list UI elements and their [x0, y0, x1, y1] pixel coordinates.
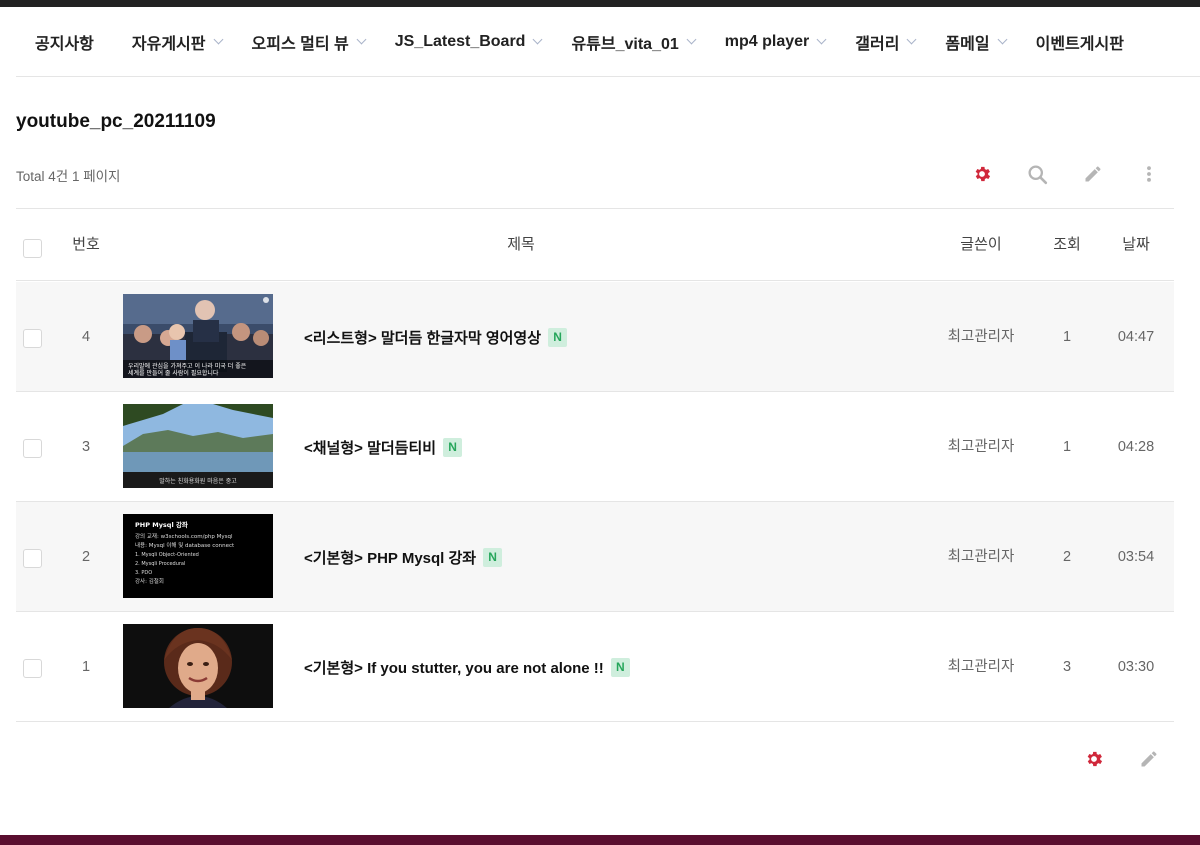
thumb-slide-title: PHP Mysql 강좌 — [135, 520, 188, 529]
thumb-slide-line: 내용: Mysql 이해 및 database connect — [135, 541, 235, 549]
post-title: <리스트형> 말더듬 한글자막 영어영상 — [304, 329, 542, 347]
header-author: 글쓴이 — [960, 236, 1002, 253]
post-title-link[interactable]: <기본형> If you stutter, you are not alone … — [304, 612, 630, 722]
board-title: youtube_pc_20211109 — [16, 111, 216, 132]
post-title: <채널형> 말더듬티비 — [304, 439, 437, 457]
row-views: 3 — [1062, 659, 1072, 675]
post-title-link[interactable]: <리스트형> 말더듬 한글자막 영어영상 N — [304, 282, 568, 392]
header-views: 조회 — [1053, 236, 1081, 253]
table-row: 2 PHP Mysql 강좌 강의 교재: w3schools.com/php … — [16, 502, 1174, 612]
pencil-icon[interactable] — [1137, 747, 1161, 771]
chevron-down-icon — [356, 34, 367, 45]
thumb-caption: 말하는 친화용화원 마음은 중고 — [159, 477, 237, 485]
total-count: Total 4건 1 페이지 — [16, 169, 121, 184]
bottom-bar — [0, 835, 1200, 845]
table-row: 3 말하는 친화용화원 마음은 중고 <채널형> 말더듬티비 N 최고관리자 1… — [16, 392, 1174, 502]
table-header: 번호 제목 글쓴이 조회 날짜 — [16, 209, 1174, 281]
chevron-down-icon — [816, 34, 827, 45]
more-vertical-icon[interactable] — [1137, 162, 1161, 186]
post-title: <기본형> If you stutter, you are not alone … — [304, 659, 604, 677]
nav-item-event-board[interactable]: 이벤트게시판 — [1036, 30, 1124, 54]
row-author[interactable]: 최고관리자 — [936, 282, 1026, 392]
table-row: 1 <기본형> If you stutter, you are not alon… — [16, 612, 1174, 722]
chevron-down-icon — [213, 34, 223, 45]
chevron-down-icon — [997, 34, 1008, 45]
row-views: 2 — [1062, 549, 1072, 565]
row-num: 1 — [81, 659, 91, 675]
nav-item-gallery[interactable]: 갤러리 — [855, 30, 917, 54]
nav-item-label: 오피스 멀티 뷰 — [251, 35, 349, 53]
new-badge: N — [443, 437, 463, 457]
thumb-slide-line: 2. Mysqli Procedural — [135, 561, 185, 567]
post-title-link[interactable]: <기본형> PHP Mysql 강좌 N — [304, 502, 503, 612]
row-checkbox[interactable] — [23, 329, 42, 348]
gear-icon[interactable] — [970, 162, 994, 186]
row-date: 04:28 — [1117, 439, 1155, 455]
nav-item-free-board[interactable]: 자유게시판 — [131, 30, 223, 54]
row-checkbox[interactable] — [23, 659, 42, 678]
thumb-slide-line: 강사: 김철회 — [135, 577, 164, 585]
top-border — [0, 0, 1200, 7]
row-checkbox[interactable] — [23, 549, 42, 568]
pencil-icon[interactable] — [1081, 162, 1105, 186]
nav-item-label: 공지사항 — [35, 35, 94, 53]
row-checkbox[interactable] — [23, 439, 42, 458]
gear-icon[interactable] — [1082, 747, 1106, 771]
post-title: <기본형> PHP Mysql 강좌 — [304, 549, 477, 567]
nav-item-formmail[interactable]: 폼메일 — [945, 30, 1008, 54]
nav-item-label: mp4 player — [724, 32, 810, 50]
nav-item-label: 갤러리 — [855, 35, 900, 53]
video-thumbnail[interactable] — [123, 624, 273, 708]
thumb-slide-line: 1. Mysqli Object-Oriented — [135, 552, 199, 558]
nav-item-label: 자유게시판 — [131, 35, 206, 53]
row-views: 1 — [1062, 329, 1072, 345]
thumb-slide-line: 강의 교재: w3schools.com/php Mysql — [135, 532, 233, 540]
chevron-down-icon — [686, 34, 697, 45]
header-date: 날짜 — [1122, 236, 1150, 253]
header-subject: 제목 — [507, 236, 535, 253]
table-row: 4 우리말에 관심을 가져주고 이 나라 미국 더 좋은 세계를 만들어 줄 사… — [16, 282, 1174, 392]
post-title-link[interactable]: <채널형> 말더듬티비 N — [304, 392, 463, 502]
chevron-down-icon — [532, 34, 543, 45]
row-author[interactable]: 최고관리자 — [936, 502, 1026, 612]
thumb-slide-line: 3. PDO — [135, 570, 152, 576]
nav-item-youtube-vita[interactable]: 유튜브_vita_01 — [571, 30, 697, 54]
nav-item-label: JS_Latest_Board — [394, 32, 526, 50]
row-views: 1 — [1062, 439, 1072, 455]
header-num: 번호 — [72, 236, 100, 253]
row-num: 2 — [81, 549, 91, 565]
nav-item-mp4-player[interactable]: mp4 player — [724, 32, 827, 51]
video-thumbnail[interactable]: 우리말에 관심을 가져주고 이 나라 미국 더 좋은 세계를 만들어 줄 사람이… — [123, 294, 273, 378]
nav-item-office-multiview[interactable]: 오피스 멀티 뷰 — [251, 30, 367, 54]
row-date: 03:54 — [1117, 549, 1155, 565]
row-num: 4 — [81, 329, 91, 345]
row-author[interactable]: 최고관리자 — [936, 612, 1026, 722]
new-badge: N — [483, 547, 503, 567]
new-badge: N — [610, 657, 630, 677]
new-badge: N — [548, 327, 568, 347]
nav-item-label: 이벤트게시판 — [1035, 35, 1124, 53]
row-date: 03:30 — [1117, 659, 1155, 675]
row-num: 3 — [81, 439, 91, 455]
video-thumbnail[interactable]: 말하는 친화용화원 마음은 중고 — [123, 404, 273, 488]
main-nav: 공지사항 자유게시판 오피스 멀티 뷰 JS_Latest_Board 유튜브_… — [16, 7, 1200, 77]
chevron-down-icon — [906, 34, 917, 45]
row-author[interactable]: 최고관리자 — [936, 392, 1026, 502]
thumb-caption: 우리말에 관심을 가져주고 이 나라 미국 더 좋은 — [128, 362, 247, 370]
nav-item-label: 유튜브_vita_01 — [571, 35, 679, 53]
row-date: 04:47 — [1117, 329, 1155, 345]
video-thumbnail[interactable]: PHP Mysql 강좌 강의 교재: w3schools.com/php My… — [123, 514, 273, 598]
nav-item-label: 폼메일 — [945, 35, 990, 53]
nav-item-js-latest-board[interactable]: JS_Latest_Board — [394, 32, 543, 51]
search-icon[interactable] — [1025, 162, 1049, 186]
nav-item-notice[interactable]: 공지사항 — [35, 30, 94, 54]
select-all-checkbox[interactable] — [23, 239, 42, 258]
thumb-caption: 세계를 만들어 줄 사람이 필요합니다 — [128, 369, 219, 377]
